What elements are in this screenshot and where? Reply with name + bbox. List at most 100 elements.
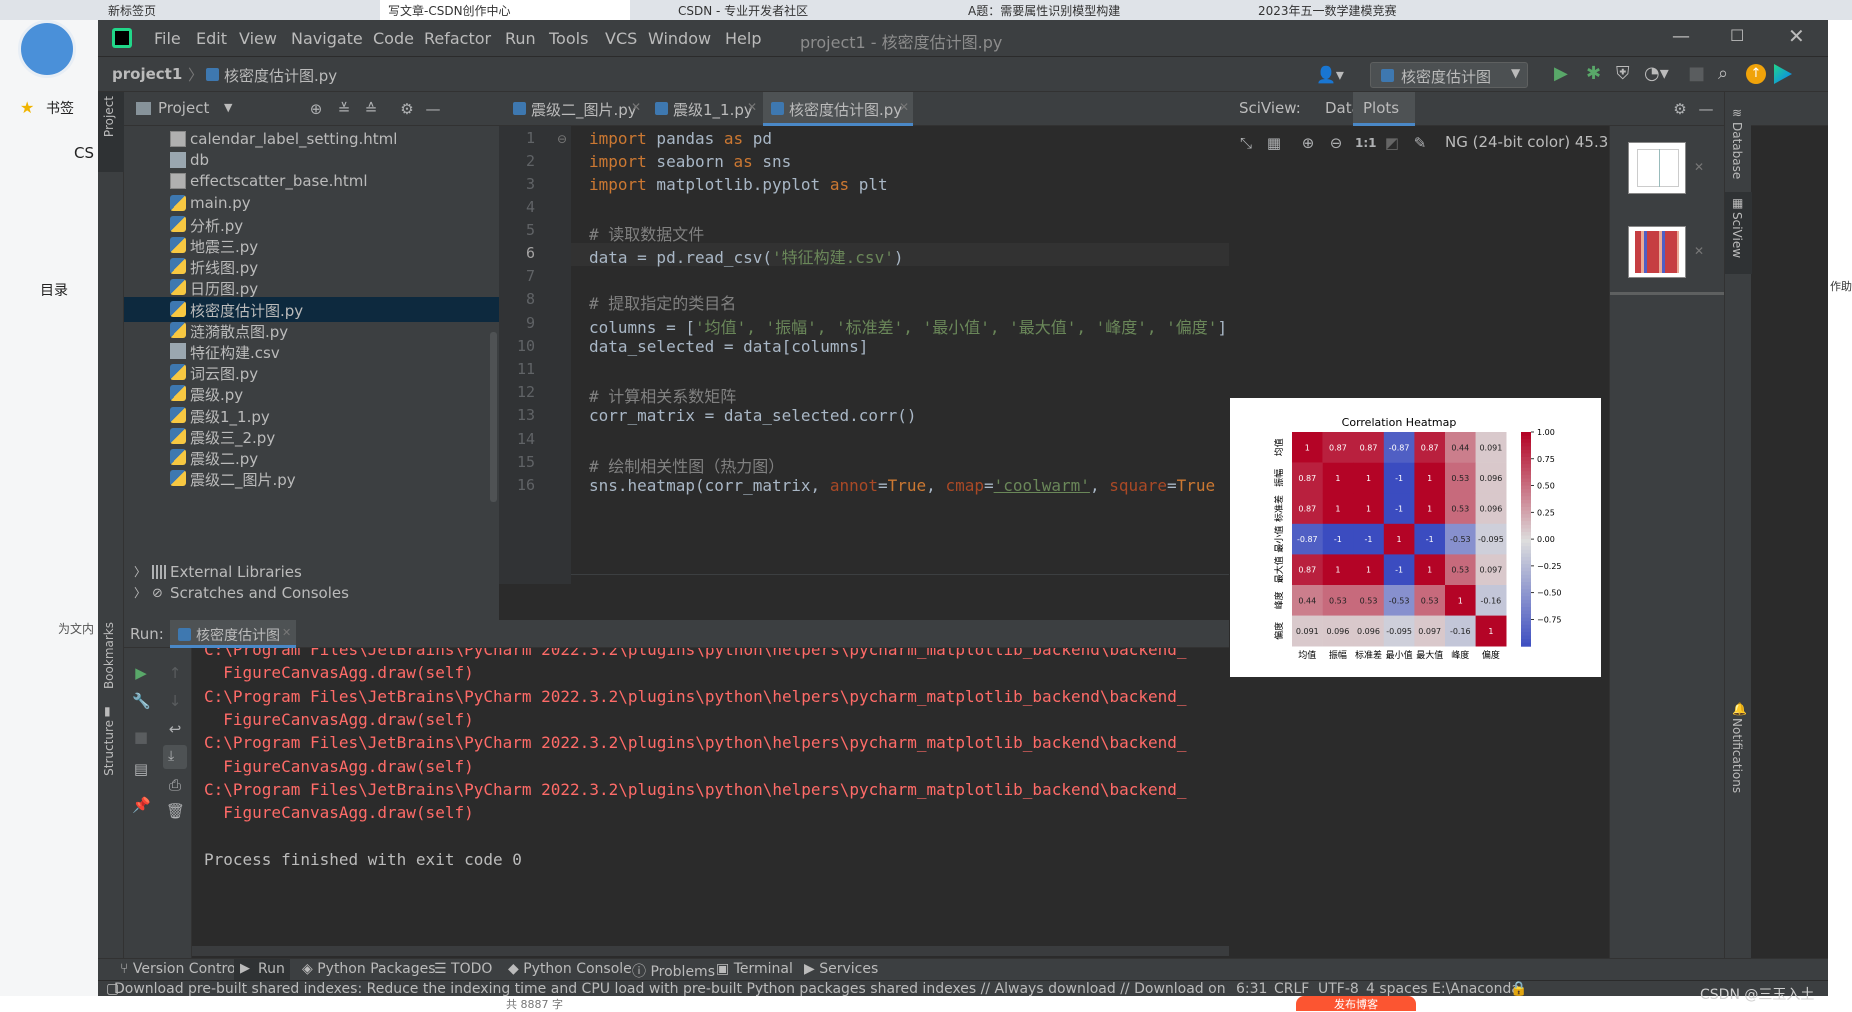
- tree-scrollbar[interactable]: [490, 332, 497, 502]
- user-icon[interactable]: 👤▾: [1316, 65, 1344, 84]
- tool-todo[interactable]: ☰ TODO: [434, 961, 492, 977]
- close-thumbnail-icon[interactable]: ✕: [1694, 244, 1704, 258]
- sciview-tool-button[interactable]: ▦ SciView: [1725, 192, 1752, 274]
- project-view-selector[interactable]: Project: [158, 99, 209, 117]
- breadcrumb-file[interactable]: 核密度估计图.py: [224, 65, 337, 86]
- close-tab-icon[interactable]: ✕: [282, 626, 291, 639]
- background-icon[interactable]: ◩: [1383, 134, 1401, 152]
- menu-file[interactable]: File: [154, 29, 181, 48]
- menu-help[interactable]: Help: [725, 29, 761, 48]
- debug-icon[interactable]: ✱: [1586, 63, 1601, 84]
- gear-icon[interactable]: ⚙: [1671, 100, 1689, 118]
- gear-icon[interactable]: ⚙: [398, 100, 416, 118]
- tool-problems[interactable]: ⓘ Problems: [632, 961, 715, 981]
- tab-hemidu-active[interactable]: 核密度估计图.py ✕: [763, 92, 913, 126]
- notifications-tool-button[interactable]: Notifications: [1730, 718, 1744, 793]
- horizontal-scrollbar[interactable]: [571, 574, 1229, 584]
- publish-button[interactable]: 发布博客: [1296, 996, 1416, 1011]
- update-icon[interactable]: ↑: [1746, 64, 1766, 84]
- tree-scratches[interactable]: 〉 ⊘ Scratches and Consoles: [124, 581, 499, 606]
- menu-view[interactable]: View: [239, 29, 277, 48]
- jetbrains-toolbox-icon[interactable]: [1774, 64, 1792, 84]
- plot-thumbnail[interactable]: [1628, 142, 1686, 194]
- menu-vcs[interactable]: VCS: [605, 29, 637, 48]
- status-message[interactable]: Download pre-built shared indexes: Reduc…: [114, 981, 1226, 997]
- plot-thumbnail[interactable]: [1628, 226, 1686, 278]
- collapse-all-icon[interactable]: ≙: [362, 100, 380, 118]
- browser-tab[interactable]: CSDN - 专业开发者社区: [670, 0, 920, 20]
- browser-tab[interactable]: 新标签页: [100, 0, 300, 20]
- caret-position[interactable]: 6:31: [1236, 981, 1267, 997]
- run-config-selector[interactable]: 核密度估计图 ▼: [1370, 62, 1528, 88]
- stop-icon[interactable]: ■: [1688, 63, 1705, 84]
- down-arrow-icon[interactable]: ↓: [166, 692, 184, 710]
- browser-tab[interactable]: 写文章-CSDN创作中心: [380, 0, 630, 20]
- close-tab-icon[interactable]: ✕: [899, 100, 909, 114]
- scroll-to-end-icon[interactable]: ⤓: [163, 745, 187, 769]
- up-arrow-icon[interactable]: ↑: [166, 664, 184, 682]
- fold-icon[interactable]: ⊖: [557, 132, 567, 146]
- locate-icon[interactable]: ⊕: [307, 100, 325, 118]
- breadcrumb-project[interactable]: project1: [112, 65, 182, 83]
- coverage-icon[interactable]: ⛨: [1616, 63, 1630, 84]
- tool-version-control[interactable]: ⑂ Version Control: [120, 961, 239, 977]
- zoom-in-icon[interactable]: ⊕: [1299, 134, 1317, 152]
- tree-file-item[interactable]: 震级二_图片.py: [124, 466, 499, 491]
- tab-zhenji-er-tupian[interactable]: 震级二_图片.py ✕: [509, 92, 641, 126]
- tool-python-console[interactable]: ◆ Python Console: [508, 961, 632, 977]
- hide-panel-icon[interactable]: —: [1697, 100, 1715, 118]
- tab-plots[interactable]: Plots: [1353, 92, 1415, 126]
- line-separator[interactable]: CRLF: [1274, 981, 1309, 997]
- run-icon[interactable]: ▶: [1554, 63, 1568, 84]
- maximize-icon[interactable]: ☐: [1730, 26, 1744, 45]
- bookmarks-tool-button[interactable]: Bookmarks: [102, 622, 116, 689]
- wrench-icon[interactable]: 🔧: [132, 692, 151, 710]
- avatar[interactable]: [18, 20, 76, 78]
- menu-refactor[interactable]: Refactor: [424, 29, 491, 48]
- indent-setting[interactable]: 4 spaces: [1366, 981, 1428, 997]
- search-icon[interactable]: ⌕: [1718, 63, 1728, 84]
- pin-icon[interactable]: 📌: [132, 796, 151, 814]
- file-encoding[interactable]: UTF-8: [1318, 981, 1359, 997]
- trash-icon[interactable]: 🗑: [166, 802, 185, 820]
- color-picker-icon[interactable]: ✎: [1411, 134, 1429, 152]
- zoom-out-icon[interactable]: ⊖: [1327, 134, 1345, 152]
- tool-services[interactable]: ▶ Services: [804, 961, 878, 977]
- tool-run-active[interactable]: ▶ Run: [234, 959, 290, 981]
- menu-navigate[interactable]: Navigate: [291, 29, 363, 48]
- tool-terminal[interactable]: ▣ Terminal: [716, 961, 793, 977]
- close-tab-icon[interactable]: ✕: [747, 100, 757, 114]
- structure-tool-button[interactable]: Structure: [102, 720, 116, 776]
- close-tab-icon[interactable]: ✕: [631, 100, 641, 114]
- profile-icon[interactable]: ◔▾: [1644, 63, 1669, 84]
- project-tool-button[interactable]: Project: [98, 92, 124, 172]
- database-tool-button[interactable]: Database: [1730, 122, 1744, 179]
- soft-wrap-icon[interactable]: ↩: [166, 720, 184, 738]
- grid-icon[interactable]: ▦: [1265, 134, 1283, 152]
- layout-icon[interactable]: ▤: [132, 760, 150, 778]
- close-icon[interactable]: ✕: [1788, 24, 1805, 48]
- expand-all-icon[interactable]: ≚: [335, 100, 353, 118]
- bookmarks-label[interactable]: 书签: [46, 98, 74, 118]
- print-icon[interactable]: ⎙: [166, 776, 184, 794]
- actual-size-icon[interactable]: 1:1: [1355, 134, 1377, 152]
- chevron-down-icon[interactable]: ▼: [224, 101, 232, 114]
- menu-run[interactable]: Run: [505, 29, 536, 48]
- hide-panel-icon[interactable]: —: [424, 100, 442, 118]
- browser-tab[interactable]: 2023年五一数学建模竞赛: [1250, 0, 1500, 20]
- browser-tab[interactable]: A题：需要属性识别模型构建: [960, 0, 1210, 20]
- fit-icon[interactable]: ⤡: [1237, 134, 1255, 152]
- lock-icon[interactable]: 🔒: [1510, 981, 1527, 997]
- csdn-label[interactable]: CS: [74, 144, 94, 162]
- menu-window[interactable]: Window: [648, 29, 711, 48]
- interpreter[interactable]: E:\Anaconda: [1432, 981, 1520, 997]
- plot-image[interactable]: Correlation Heatmap 1 0.87 0.87 -0.87 0.87 0.…: [1230, 398, 1601, 677]
- output-scrollbar[interactable]: [192, 946, 1229, 956]
- menu-tools[interactable]: Tools: [549, 29, 588, 48]
- minimize-icon[interactable]: —: [1672, 26, 1690, 47]
- rerun-icon[interactable]: ▶: [132, 664, 150, 682]
- code-editor[interactable]: import pandas as pd import seaborn as sn…: [571, 126, 1229, 584]
- run-output[interactable]: C:\Program Files\JetBrains\PyCharm 2022.…: [192, 648, 1229, 948]
- run-tab[interactable]: 核密度估计图 ✕: [170, 620, 296, 648]
- menu-edit[interactable]: Edit: [196, 29, 227, 48]
